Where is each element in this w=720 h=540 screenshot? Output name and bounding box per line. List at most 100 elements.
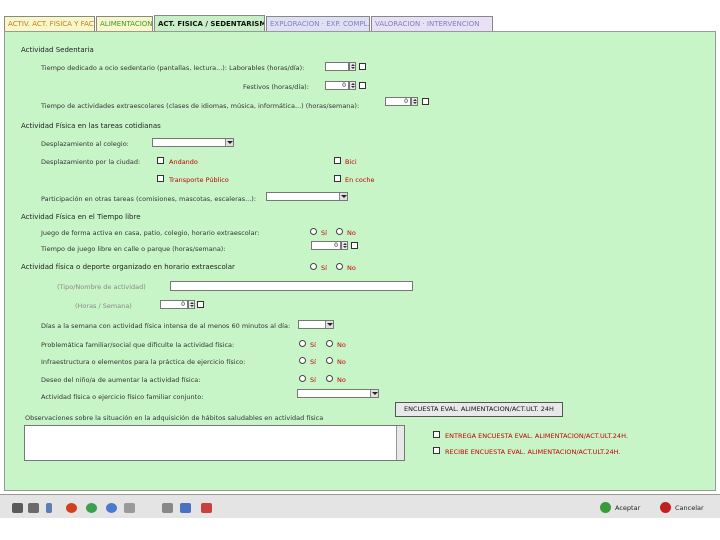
accept-label: Aceptar	[615, 504, 641, 512]
weekend-time-input[interactable]: 0	[325, 81, 349, 90]
infrastructure-yes-label: Sí	[310, 358, 316, 366]
active-play-label: Juego de forma activa en casa, patio, co…	[41, 229, 260, 237]
chevron-down-icon	[370, 390, 378, 397]
chores-label: Participación en otras tareas (comisione…	[41, 195, 257, 203]
activity-type-input[interactable]	[170, 281, 413, 291]
section-sedentary-title: Actividad Sedentaria	[21, 46, 94, 54]
family-problem-no-radio[interactable]	[326, 340, 333, 347]
infrastructure-no-radio[interactable]	[326, 357, 333, 364]
monitor-icon[interactable]	[28, 503, 39, 513]
weekend-time-checkbox[interactable]	[359, 82, 366, 89]
extra-activities-spinner[interactable]	[411, 97, 418, 106]
desire-label: Deseo del niño/a de aumentar la activida…	[41, 376, 201, 384]
desire-no-label: No	[337, 376, 346, 384]
organized-yes-label: Sí	[321, 264, 327, 272]
flag-icon[interactable]	[201, 503, 212, 513]
activity-type-label: (Tipo/Nombre de actividad)	[57, 283, 146, 291]
document-icon[interactable]	[180, 503, 191, 513]
extra-activities-input[interactable]: 0	[385, 97, 411, 106]
tab-act-fisica-sedentarismo[interactable]: ACT. FISICA / SEDENTARISMO	[154, 15, 265, 31]
observations-scrollbar[interactable]	[396, 426, 404, 460]
weekend-time-spinner[interactable]	[349, 81, 356, 90]
tab-alimentacion[interactable]: ALIMENTACION	[96, 16, 153, 31]
public-transport-label: Transporte Público	[169, 176, 229, 184]
active-play-no-label: No	[347, 229, 356, 237]
chores-select[interactable]	[266, 192, 348, 201]
active-play-no-radio[interactable]	[336, 228, 343, 235]
desire-yes-label: Sí	[310, 376, 316, 384]
work-time-checkbox[interactable]	[359, 63, 366, 70]
received-survey-label: RECIBE ENCUESTA EVAL. ALIMENTACION/ACT.U…	[445, 448, 621, 456]
family-problem-no-label: No	[337, 341, 346, 349]
extra-activities-checkbox[interactable]	[422, 98, 429, 105]
commute-school-label: Desplazamiento al colegio:	[41, 140, 129, 148]
activity-hours-checkbox[interactable]	[197, 301, 204, 308]
tab-activity-factors[interactable]: ACTIV. ACT. FISICA Y FACT.	[4, 16, 95, 31]
check-icon	[600, 502, 611, 513]
search-icon[interactable]	[106, 503, 117, 513]
organized-no-radio[interactable]	[336, 263, 343, 270]
activity-hours-input[interactable]: 0	[160, 300, 188, 309]
infrastructure-label: Infraestructura o elementos para la prác…	[41, 358, 246, 366]
walk-checkbox[interactable]	[157, 157, 164, 164]
extra-activities-label: Tiempo de actividades extraescolares (cl…	[41, 102, 360, 110]
observations-textarea[interactable]	[24, 425, 405, 461]
family-problem-label: Problemática familiar/social que dificul…	[41, 341, 235, 349]
park-time-label: Tiempo de juego libre en calle o parque …	[41, 245, 226, 253]
application-window: ACTIV. ACT. FISICA Y FACT. ALIMENTACION …	[0, 0, 720, 540]
survey-button[interactable]: ENCUESTA EVAL. ALIMENTACION/ACT.ULT. 24H	[395, 402, 563, 417]
walk-label: Andando	[169, 158, 198, 166]
keyboard-icon[interactable]	[12, 503, 23, 513]
accept-button[interactable]: Aceptar	[600, 502, 640, 514]
park-time-spinner[interactable]	[341, 241, 348, 250]
scissors-icon[interactable]	[162, 503, 173, 513]
cancel-label: Cancelar	[675, 504, 704, 512]
cancel-button[interactable]: Cancelar	[660, 502, 704, 514]
observations-label: Observaciones sobre la situación en la a…	[25, 414, 324, 422]
bottom-toolbar: Aceptar Cancelar	[0, 494, 720, 518]
family-exercise-select[interactable]	[297, 389, 379, 398]
activity-hours-label: (Horas / Semana)	[75, 302, 132, 310]
active-play-yes-radio[interactable]	[310, 228, 317, 235]
infrastructure-yes-radio[interactable]	[299, 357, 306, 364]
section-free-time-title: Actividad Física en el Tiempo libre	[21, 213, 141, 221]
park-time-input[interactable]: 0	[311, 241, 341, 250]
family-exercise-label: Actividad física o ejercicio físico fami…	[41, 393, 204, 401]
tab-bar: ACTIV. ACT. FISICA Y FACT. ALIMENTACION …	[4, 15, 494, 31]
chevron-down-icon	[325, 321, 333, 328]
work-time-spinner[interactable]	[349, 62, 356, 71]
close-icon	[660, 502, 671, 513]
car-label: En coche	[345, 176, 375, 184]
organized-no-label: No	[347, 264, 356, 272]
organized-yes-radio[interactable]	[310, 263, 317, 270]
heart-icon[interactable]	[66, 503, 77, 513]
tab-valoracion[interactable]: VALORACION · INTERVENCION	[371, 16, 493, 31]
tab-exploracion[interactable]: EXPLORACION · EXP. COMPL.	[266, 16, 370, 31]
desire-yes-radio[interactable]	[299, 375, 306, 382]
desire-no-radio[interactable]	[326, 375, 333, 382]
public-transport-checkbox[interactable]	[157, 175, 164, 182]
family-problem-yes-radio[interactable]	[299, 340, 306, 347]
chevron-down-icon	[339, 193, 347, 200]
car-checkbox[interactable]	[334, 175, 341, 182]
bike-checkbox[interactable]	[334, 157, 341, 164]
active-play-yes-label: Sí	[321, 229, 327, 237]
work-time-input[interactable]	[325, 62, 349, 71]
commute-school-select[interactable]	[152, 138, 234, 147]
intense-days-select[interactable]	[298, 320, 334, 329]
commute-city-label: Desplazamiento por la ciudad:	[41, 158, 141, 166]
section-organized-title: Actividad física o deporte organizado en…	[21, 263, 235, 271]
activity-hours-spinner[interactable]	[188, 300, 195, 309]
section-daily-title: Actividad Física en las tareas cotidiana…	[21, 122, 161, 130]
bike-label: Bici	[345, 158, 357, 166]
globe-icon[interactable]	[86, 503, 97, 513]
infrastructure-no-label: No	[337, 358, 346, 366]
chevron-down-icon	[225, 139, 233, 146]
delivered-survey-checkbox[interactable]	[433, 431, 440, 438]
received-survey-checkbox[interactable]	[433, 447, 440, 454]
family-problem-yes-label: Sí	[310, 341, 316, 349]
link-icon[interactable]	[124, 503, 135, 513]
weekend-time-label: Festivos (horas/día):	[243, 83, 309, 91]
pencil-icon[interactable]	[46, 503, 52, 513]
park-time-checkbox[interactable]	[351, 242, 358, 249]
